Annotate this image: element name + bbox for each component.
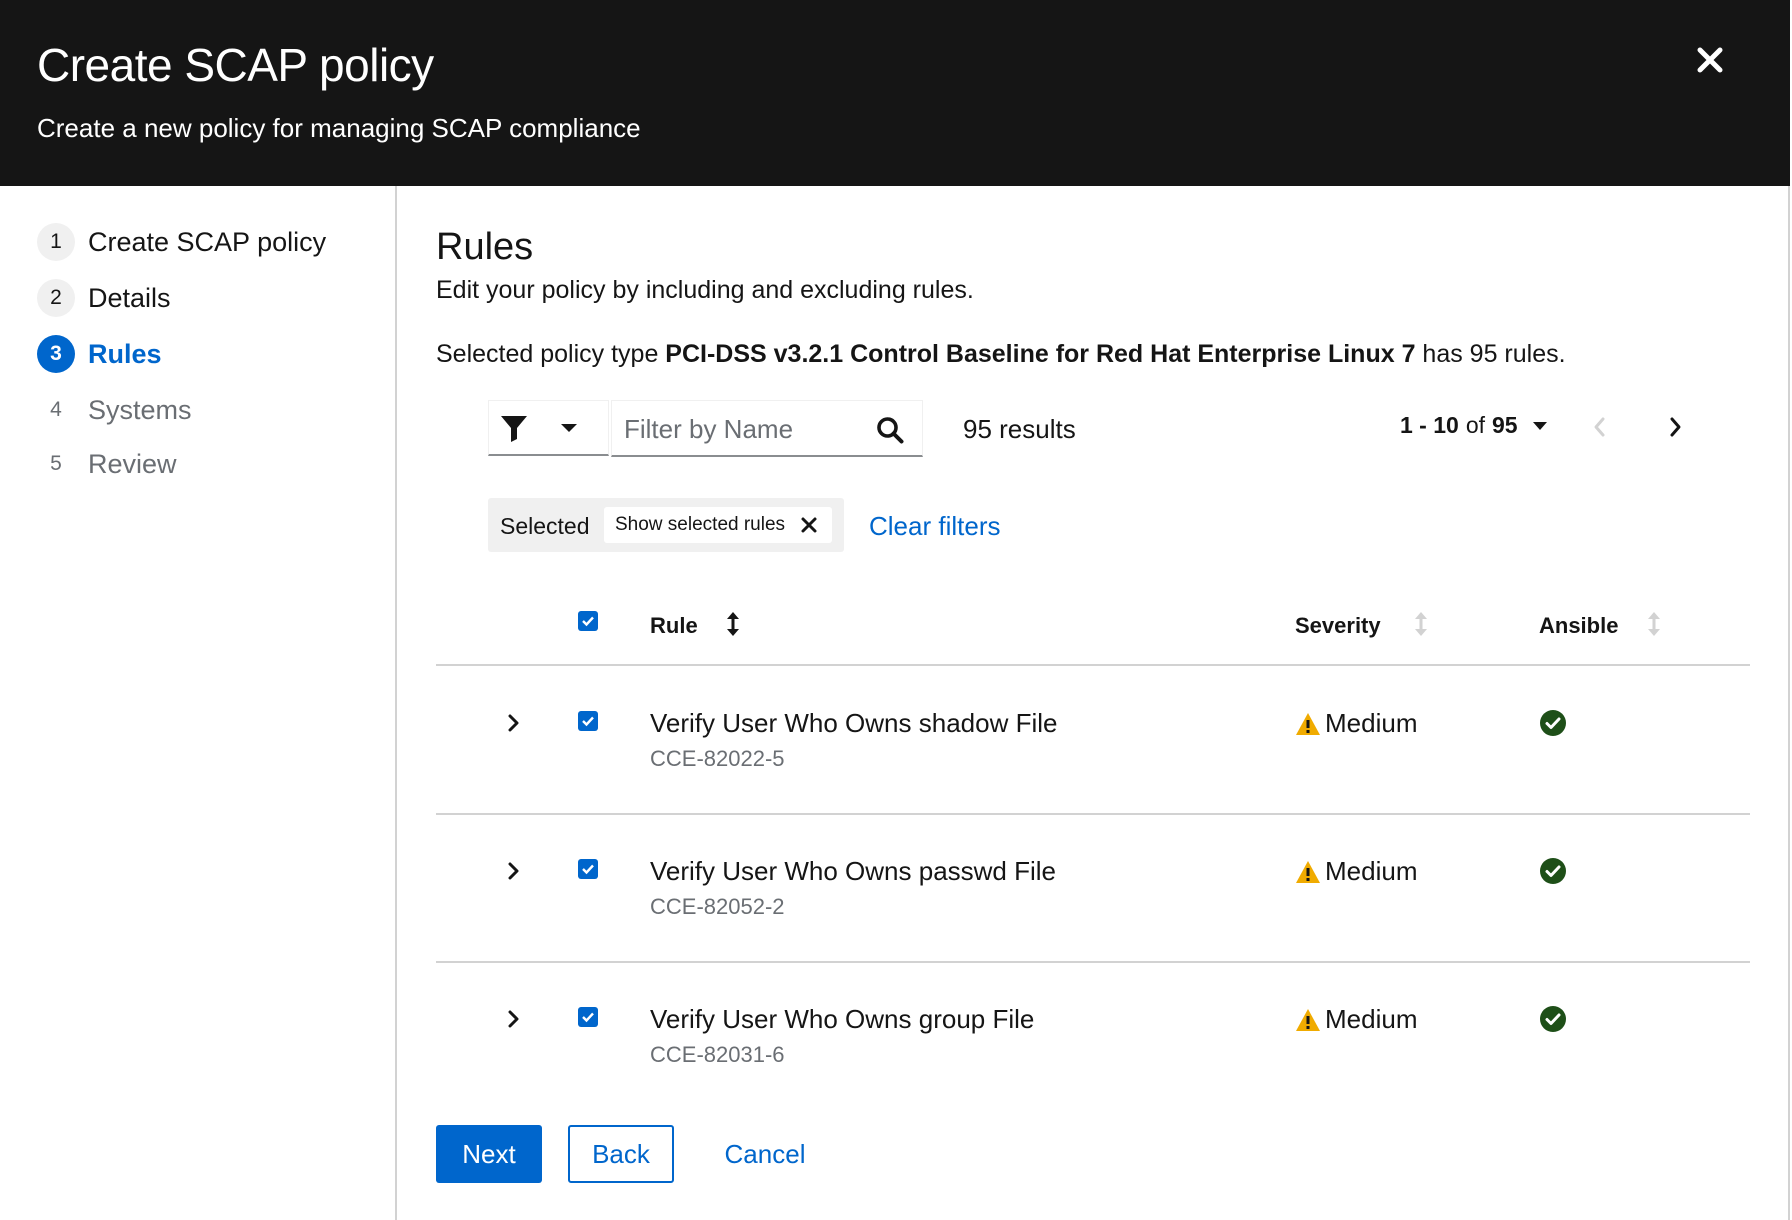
select-all-checkbox[interactable] xyxy=(578,611,598,631)
severity-label: Medium xyxy=(1295,708,1417,739)
wizard-modal: Create SCAP policy Create a new policy f… xyxy=(0,0,1790,1220)
pagination-of: of xyxy=(1465,412,1486,438)
section-description: Edit your policy by including and exclud… xyxy=(436,276,974,304)
search-field xyxy=(611,400,923,457)
rule-name[interactable]: Verify User Who Owns group File xyxy=(650,1004,1034,1035)
check-circle-icon xyxy=(1540,858,1566,884)
close-button[interactable] xyxy=(1688,38,1732,82)
policy-prefix: Selected policy type xyxy=(436,340,666,368)
search-input[interactable] xyxy=(624,411,864,447)
table-divider xyxy=(436,813,1750,815)
wizard-step-review: 5 Review xyxy=(37,444,177,484)
warning-triangle-icon xyxy=(1296,860,1320,883)
section-title: Rules xyxy=(436,226,534,268)
caret-down-icon xyxy=(1532,421,1547,430)
modal-title: Create SCAP policy xyxy=(37,39,434,91)
step-label: Create SCAP policy xyxy=(88,226,327,257)
rule-id: CCE-82022-5 xyxy=(650,746,785,771)
pagination-range: 1 - 10 xyxy=(1400,412,1459,438)
rule-id: CCE-82052-2 xyxy=(650,894,785,919)
column-header-rule[interactable]: Rule xyxy=(650,613,698,639)
sort-icon[interactable] xyxy=(1412,610,1430,638)
policy-suffix: has 95 rules. xyxy=(1415,340,1566,368)
row-checkbox[interactable] xyxy=(578,711,598,731)
back-button[interactable]: Back xyxy=(568,1125,674,1183)
step-number: 2 xyxy=(37,279,75,317)
step-number: 5 xyxy=(50,452,62,475)
filter-chip: Show selected rules xyxy=(604,507,832,543)
severity-label: Medium xyxy=(1295,856,1417,887)
close-icon xyxy=(1697,47,1723,73)
pagination-toggle[interactable]: 1 - 10 of 95 xyxy=(1400,412,1548,439)
table-divider xyxy=(436,961,1750,963)
wizard-nav: 1 Create SCAP policy 2 Details 3 Rules 4… xyxy=(0,186,397,1220)
column-header-ansible[interactable]: Ansible xyxy=(1539,613,1618,639)
check-icon xyxy=(582,864,594,875)
step-number: 4 xyxy=(50,398,62,421)
wizard-step-create-scap-policy[interactable]: 1 Create SCAP policy xyxy=(37,222,326,262)
column-header-severity[interactable]: Severity xyxy=(1295,613,1381,639)
wizard-step-systems: 4 Systems xyxy=(37,390,192,430)
check-icon xyxy=(582,1012,594,1023)
policy-name: PCI-DSS v3.2.1 Control Baseline for Red … xyxy=(665,340,1416,368)
next-page-button[interactable] xyxy=(1660,412,1690,442)
rule-id: CCE-82031-6 xyxy=(650,1042,785,1067)
check-icon xyxy=(582,716,594,727)
step-label: Details xyxy=(88,282,171,313)
check-circle-icon xyxy=(1540,1006,1566,1032)
wizard-step-details[interactable]: 2 Details xyxy=(37,278,171,318)
severity-text: Medium xyxy=(1325,1004,1418,1034)
check-circle-icon xyxy=(1540,710,1566,736)
policy-summary: Selected policy type PCI-DSS v3.2.1 Cont… xyxy=(436,340,1566,369)
check-icon xyxy=(582,616,594,627)
filter-type-dropdown[interactable] xyxy=(488,400,609,456)
chip-label: Show selected rules xyxy=(615,514,786,535)
angle-right-icon[interactable] xyxy=(501,1007,525,1031)
step-label: Rules xyxy=(88,338,162,369)
warning-triangle-icon xyxy=(1296,712,1320,735)
rule-name[interactable]: Verify User Who Owns shadow File xyxy=(650,708,1057,739)
row-checkbox[interactable] xyxy=(578,859,598,879)
angle-right-icon xyxy=(1670,417,1681,437)
sort-icon[interactable] xyxy=(724,610,742,638)
angle-left-icon xyxy=(1594,417,1605,437)
chip-group-label: Selected xyxy=(500,513,590,539)
page: Create SCAP policy Create a new policy f… xyxy=(0,0,1792,1220)
cancel-button[interactable]: Cancel xyxy=(712,1125,818,1183)
wizard-step-rules[interactable]: 3 Rules xyxy=(37,334,162,374)
step-number: 1 xyxy=(37,223,75,261)
severity-text: Medium xyxy=(1325,708,1418,738)
pagination-total: 95 xyxy=(1492,412,1518,438)
caret-down-icon xyxy=(561,423,577,432)
severity-text: Medium xyxy=(1325,856,1418,886)
angle-right-icon[interactable] xyxy=(501,711,525,735)
severity-label: Medium xyxy=(1295,1004,1417,1035)
row-checkbox[interactable] xyxy=(578,1007,598,1027)
filter-icon xyxy=(501,415,527,442)
filter-chip-group: Selected Show selected rules xyxy=(488,498,844,552)
rule-name[interactable]: Verify User Who Owns passwd File xyxy=(650,856,1056,887)
angle-right-icon[interactable] xyxy=(501,859,525,883)
table-divider xyxy=(436,664,1750,666)
step-label: Review xyxy=(88,448,177,479)
previous-page-button[interactable] xyxy=(1585,412,1615,442)
clear-filters-link[interactable]: Clear filters xyxy=(869,511,1000,542)
results-count: 95 results xyxy=(963,414,1076,444)
times-icon[interactable] xyxy=(800,516,818,534)
step-number: 3 xyxy=(37,335,75,373)
step-label: Systems xyxy=(88,394,192,425)
next-button[interactable]: Next xyxy=(436,1125,542,1183)
modal-header: Create SCAP policy Create a new policy f… xyxy=(0,0,1790,186)
modal-description: Create a new policy for managing SCAP co… xyxy=(37,113,641,143)
sort-icon[interactable] xyxy=(1645,610,1663,638)
warning-triangle-icon xyxy=(1296,1008,1320,1031)
search-icon[interactable] xyxy=(876,416,904,444)
